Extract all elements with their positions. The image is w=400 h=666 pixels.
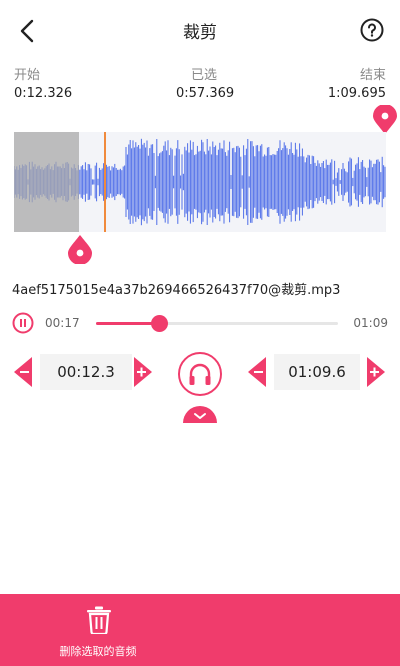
waveform[interactable]: [13, 132, 386, 232]
current-time: 00:17: [45, 316, 80, 330]
start-label: 开始: [14, 68, 41, 83]
end-time-field[interactable]: 01:09.6: [274, 354, 360, 390]
watermark-area: [196, 594, 400, 666]
help-icon[interactable]: [360, 18, 384, 42]
end-value: 1:09.695: [327, 86, 386, 101]
start-value: 0:12.326: [14, 86, 73, 101]
start-marker-handle[interactable]: [67, 234, 93, 264]
collapse-toggle[interactable]: [183, 405, 217, 423]
unselected-region: [14, 132, 79, 232]
end-marker-handle[interactable]: [372, 105, 398, 135]
progress-slider[interactable]: [96, 315, 338, 332]
header: 裁剪: [0, 0, 400, 62]
waveform-graphic: [13, 132, 386, 232]
delete-selection-label: 删除选取的音频: [59, 645, 137, 658]
start-time-readout: 开始 0:12.326: [14, 64, 72, 101]
progress-fill: [96, 322, 159, 325]
file-name: 4aef5175015e4a37b269466526437f70@裁剪.mp3: [12, 283, 341, 298]
selected-label: 已选: [190, 68, 217, 83]
page-title: 裁剪: [183, 23, 217, 43]
selected-value: 0:57.369: [176, 86, 235, 101]
start-increase-button[interactable]: [134, 357, 154, 387]
pause-icon[interactable]: [12, 312, 34, 334]
bottom-action-bar: 删除选取的音频: [0, 594, 400, 666]
edit-controls: 00:12.3 01:09.6: [0, 352, 400, 396]
selected-time-readout: 已选 0:57.369: [176, 64, 235, 101]
start-decrease-button[interactable]: [12, 357, 32, 387]
duration-time: 01:09: [353, 316, 388, 330]
headphone-button[interactable]: [178, 352, 222, 396]
end-time-readout: 结束 1:09.695: [328, 64, 386, 101]
headphone-icon: [189, 363, 211, 385]
delete-selection-button[interactable]: 删除选取的音频: [0, 594, 196, 666]
trash-icon: [87, 606, 111, 634]
player-bar: 00:17 01:09: [0, 312, 400, 336]
progress-thumb[interactable]: [150, 315, 168, 332]
end-label: 结束: [359, 68, 386, 83]
end-increase-button[interactable]: [367, 357, 387, 387]
end-decrease-button[interactable]: [246, 357, 266, 387]
start-time-field[interactable]: 00:12.3: [40, 354, 132, 390]
